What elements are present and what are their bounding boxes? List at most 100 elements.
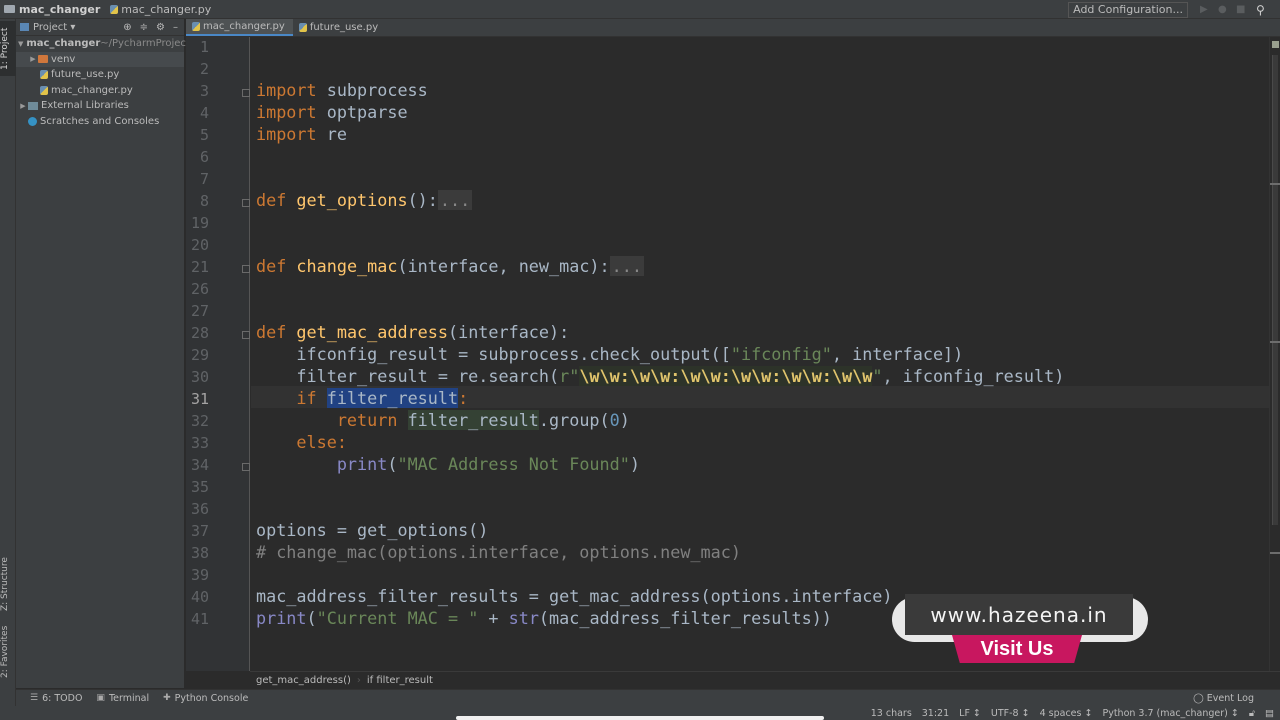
line-number: 31 xyxy=(190,390,209,408)
todo-icon: ☰ xyxy=(30,693,39,703)
line-number: 34 xyxy=(190,456,209,474)
status-interpreter[interactable]: Python 3.7 (mac_changer) ↕ xyxy=(1102,708,1238,719)
bottom-tool-bar: ☰ 6: TODO ▣ Terminal ✚ Python Console ◯ Eve… xyxy=(16,689,1280,706)
python-file-icon xyxy=(110,5,119,14)
tool-todo[interactable]: ☰ 6: TODO xyxy=(30,693,82,704)
fold-toggle-icon[interactable] xyxy=(242,331,250,339)
gear-icon[interactable]: ⚙ xyxy=(156,22,165,33)
python-file-icon xyxy=(298,23,307,32)
left-tool-stripe: 1: Project Z: Structure 2: Favorites xyxy=(0,19,16,720)
editor-scrollbar[interactable] xyxy=(1269,37,1280,671)
line-number: 39 xyxy=(190,566,209,584)
code-line-8: def get_options():... xyxy=(256,190,473,210)
scratches-icon xyxy=(28,116,37,126)
collapse-all-icon[interactable]: ≑ xyxy=(140,22,148,33)
editor-tabs: mac_changer.py future_use.py xyxy=(186,19,1280,37)
event-log-icon: ◯ xyxy=(1193,692,1207,704)
breadcrumb-item[interactable]: if filter_result xyxy=(367,675,433,686)
status-indent[interactable]: 4 spaces ↕ xyxy=(1040,708,1093,719)
locate-icon[interactable]: ⊕ xyxy=(123,22,131,33)
tree-item-venv[interactable]: ▶ venv xyxy=(16,51,184,67)
line-number: 35 xyxy=(190,478,209,496)
run-icon[interactable]: ▶ xyxy=(1200,4,1210,15)
breadcrumb-item[interactable]: get_mac_address() xyxy=(256,675,351,686)
tab-future-use[interactable]: future_use.py xyxy=(293,19,386,36)
line-number: 20 xyxy=(190,236,209,254)
folded-code[interactable]: ... xyxy=(609,256,644,276)
line-number: 5 xyxy=(199,126,209,144)
code-editor[interactable]: import subprocess import optparse import… xyxy=(251,37,1269,671)
chevron-down-icon[interactable]: ▼ xyxy=(18,40,23,48)
tree-item-future-use[interactable]: future_use.py xyxy=(16,67,184,83)
folded-code[interactable]: ... xyxy=(437,190,473,210)
library-icon xyxy=(28,101,38,110)
fold-toggle-icon[interactable] xyxy=(242,89,250,97)
tool-python-console[interactable]: ✚ Python Console xyxy=(163,693,248,704)
project-view-icon xyxy=(20,23,29,31)
code-line-38: # change_mac(options.interface, options.… xyxy=(256,542,741,562)
memory-indicator-icon[interactable]: ▤ xyxy=(1265,708,1274,719)
line-number: 40 xyxy=(190,588,209,606)
line-number: 32 xyxy=(190,412,209,430)
line-number: 30 xyxy=(190,368,209,386)
navigation-bar: mac_changer mac_changer.py Add Configura… xyxy=(0,0,1280,19)
error-stripe-mark[interactable] xyxy=(1270,183,1280,185)
fold-toggle-icon[interactable] xyxy=(242,463,250,471)
lock-icon[interactable]: 🔓︎ xyxy=(1249,708,1255,719)
tree-item-external-libraries[interactable]: ▶ External Libraries xyxy=(16,98,184,114)
code-line-3: import subprocess xyxy=(256,80,428,100)
scrollbar-thumb[interactable] xyxy=(1272,55,1278,525)
code-line-5: import re xyxy=(256,124,347,144)
tool-tab-structure[interactable]: Z: Structure xyxy=(0,554,16,614)
chevron-right-icon[interactable]: ▶ xyxy=(18,102,28,110)
line-number: 6 xyxy=(199,148,209,166)
text-selection: filter_result xyxy=(326,388,459,408)
code-line-33: else: xyxy=(296,432,347,452)
code-line-41: print("Current MAC = " + str(mac_address… xyxy=(256,608,832,628)
line-number: 1 xyxy=(199,38,209,56)
event-log-button[interactable]: ◯ Event Log xyxy=(1193,693,1254,704)
code-line-21: def change_mac(interface, new_mac):... xyxy=(256,256,644,276)
python-file-icon xyxy=(40,85,48,95)
venv-folder-icon xyxy=(38,55,48,64)
status-caret-position[interactable]: 31:21 xyxy=(922,708,949,719)
watermark-url: www.hazeena.in xyxy=(905,594,1133,635)
line-number: 26 xyxy=(190,280,209,298)
line-number-gutter[interactable]: 1 2 3 4 5 6 7 8 19 20 21 26 27 28 29 30 31 32 33 34 35 36 37 38… xyxy=(186,37,250,671)
code-line-32: return filter_result.group(0) xyxy=(336,410,630,430)
status-selection: 13 chars xyxy=(870,707,912,719)
stop-icon[interactable]: ■ xyxy=(1236,4,1246,15)
terminal-icon: ▣ xyxy=(96,693,105,703)
line-number: 38 xyxy=(190,544,209,562)
tree-item-scratches[interactable]: Scratches and Consoles xyxy=(16,114,184,130)
error-stripe-mark[interactable] xyxy=(1270,552,1280,554)
watermark-badge: www.hazeena.in Visit Us xyxy=(890,592,1150,670)
tree-item-mac-changer[interactable]: ▼ mac_changer ~/PycharmProjec xyxy=(16,36,186,52)
nav-file[interactable]: mac_changer.py xyxy=(110,3,211,16)
status-encoding[interactable]: UTF-8 ↕ xyxy=(991,708,1030,719)
code-line-31: if filter_result: xyxy=(296,388,469,408)
project-view-selector[interactable]: Project ▾ xyxy=(33,22,75,33)
code-line-34: print("MAC Address Not Found") xyxy=(336,454,640,474)
fold-toggle-icon[interactable] xyxy=(242,265,250,273)
debug-icon[interactable]: ● xyxy=(1218,4,1228,15)
line-number: 3 xyxy=(199,82,209,100)
code-line-29: ifconfig_result = subprocess.check_outpu… xyxy=(256,344,964,364)
fold-toggle-icon[interactable] xyxy=(242,199,250,207)
add-configuration-button[interactable]: Add Configuration... xyxy=(1068,1,1188,18)
chevron-right-icon[interactable]: ▶ xyxy=(28,55,38,63)
error-stripe-mark[interactable] xyxy=(1270,341,1280,343)
python-file-icon xyxy=(40,70,48,80)
inspection-ok-icon[interactable] xyxy=(1272,41,1279,48)
usage-highlight: filter_result xyxy=(407,410,539,430)
tab-mac-changer[interactable]: mac_changer.py xyxy=(186,19,293,36)
search-icon[interactable]: ⚲ xyxy=(1256,3,1272,17)
tool-tab-project[interactable]: 1: Project xyxy=(0,21,16,76)
nav-project[interactable]: mac_changer xyxy=(19,3,100,16)
tree-item-mac-changer-py[interactable]: mac_changer.py xyxy=(16,83,184,99)
watermark-cta: Visit Us xyxy=(952,635,1082,663)
tool-tab-favorites[interactable]: 2: Favorites xyxy=(0,624,16,679)
hide-icon[interactable]: – xyxy=(173,22,178,33)
tool-terminal[interactable]: ▣ Terminal xyxy=(96,693,149,704)
status-line-separator[interactable]: LF ↕ xyxy=(959,708,981,719)
